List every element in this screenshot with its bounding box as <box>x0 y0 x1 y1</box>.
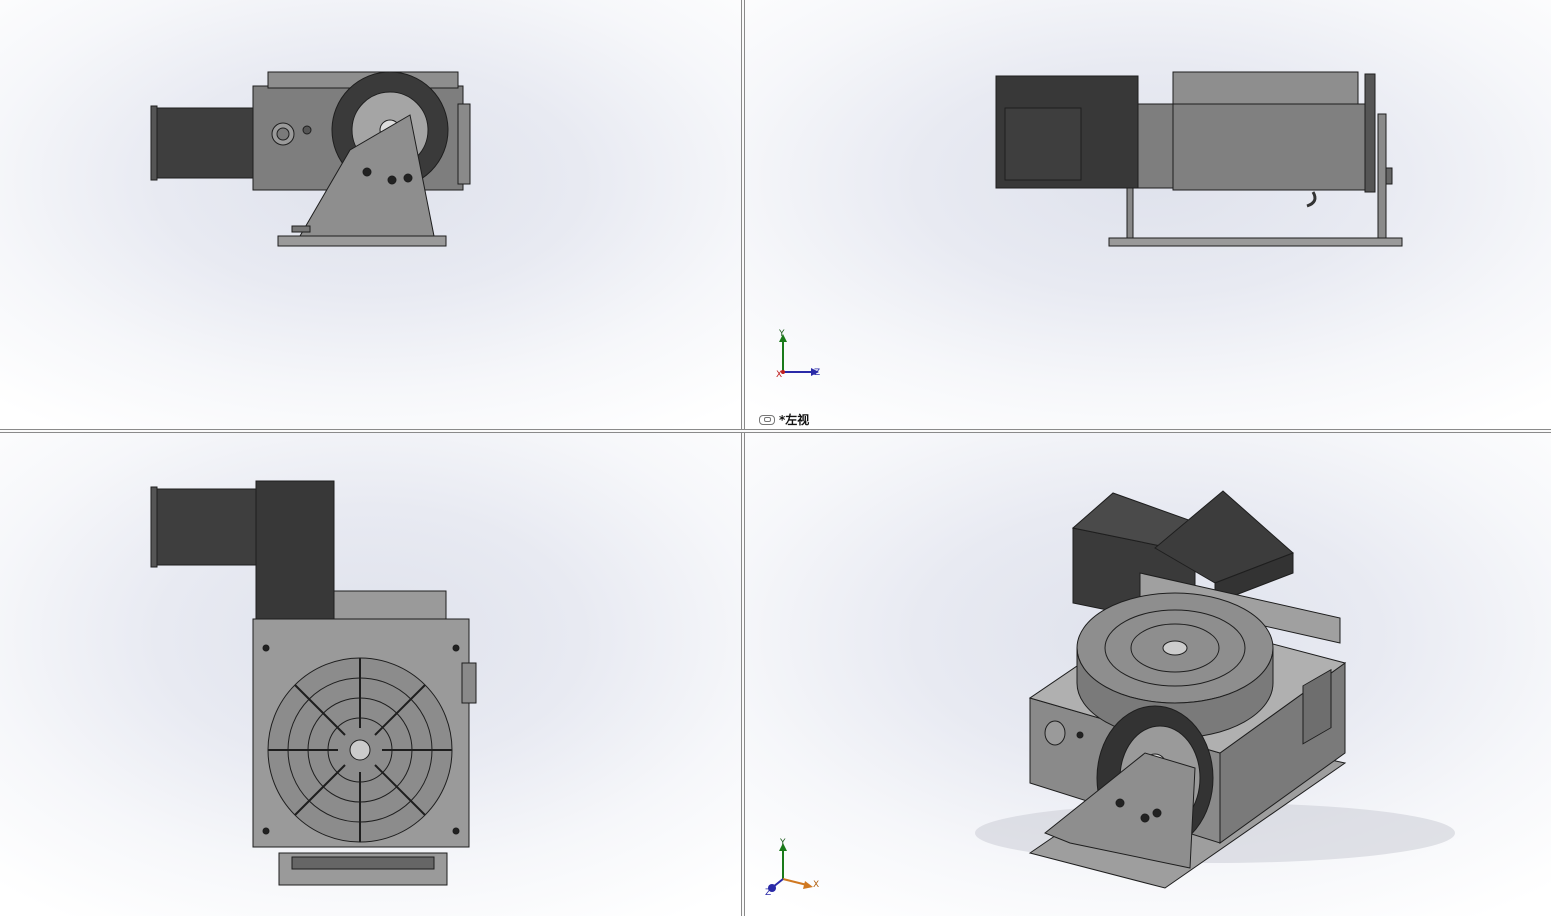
axis-triad-left: Y Z X <box>776 329 820 380</box>
viewport-left[interactable]: Y Z X *左视 <box>745 0 1551 429</box>
triad-y-label: Y <box>778 329 785 339</box>
triad-x-label: X <box>776 370 782 380</box>
viewport-splitter-horizontal[interactable] <box>0 429 1551 433</box>
link-icon[interactable] <box>759 414 775 425</box>
left-view-model <box>995 71 1403 247</box>
triad-iso-y-label: Y <box>779 838 786 848</box>
axis-triad-iso: Y Z X <box>765 838 819 897</box>
view-name-label[interactable]: *左视 <box>759 411 809 428</box>
viewport-splitter-vertical[interactable] <box>741 0 745 916</box>
front-view-model <box>150 71 471 247</box>
viewport-front[interactable] <box>0 0 741 429</box>
viewport-top[interactable] <box>0 433 741 916</box>
top-view-model <box>150 480 477 886</box>
triad-iso-z-label: Z <box>765 888 771 897</box>
viewport-isometric[interactable]: Y Z X <box>745 433 1551 916</box>
isometric-view-model <box>975 490 1455 889</box>
view-name-text: *左视 <box>779 413 810 427</box>
triad-iso-x-label: X <box>813 880 819 890</box>
triad-z-label: Z <box>814 368 820 378</box>
viewport-grid: Y Z X *左视 Y Z X <box>0 0 1551 916</box>
